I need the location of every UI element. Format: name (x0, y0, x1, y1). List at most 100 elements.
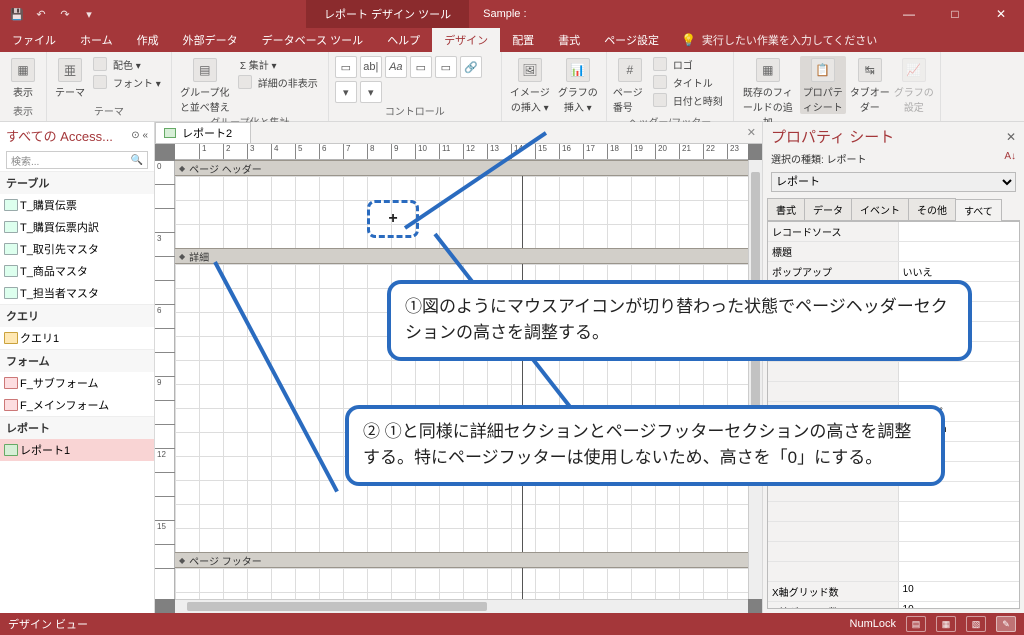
logo-button[interactable]: ロゴ (651, 56, 727, 72)
doc-tab-close-icon[interactable]: ✕ (747, 126, 762, 139)
tab-help[interactable]: ヘルプ (375, 28, 432, 52)
section-page-footer-bar[interactable]: ページ フッター (175, 552, 748, 568)
page-number-button[interactable]: #ページ番号 (613, 56, 647, 114)
nav-item[interactable]: T_商品マスタ (0, 260, 154, 282)
tab-home[interactable]: ホーム (68, 28, 125, 52)
property-row[interactable] (768, 562, 1019, 582)
maximize-button[interactable]: □ (932, 0, 978, 28)
save-icon[interactable]: 💾 (6, 3, 28, 25)
property-sheet-button[interactable]: 📋プロパティシート (800, 56, 846, 114)
tab-external[interactable]: 外部データ (171, 28, 250, 52)
link-icon[interactable]: 🔗 (460, 56, 482, 78)
prop-tab-other[interactable]: その他 (908, 198, 956, 220)
property-row[interactable] (768, 522, 1019, 542)
view-report-icon[interactable]: ▤ (906, 616, 926, 632)
prop-tab-format[interactable]: 書式 (767, 198, 805, 220)
textbox-icon[interactable]: ab| (360, 56, 382, 78)
insert-image-button[interactable]: 🖼イメージの挿入 ▾ (508, 56, 552, 114)
nav-section-header[interactable]: テーブル (0, 171, 154, 194)
property-object-selector[interactable]: レポート (771, 172, 1016, 192)
label-icon[interactable]: Aa (385, 56, 407, 78)
redo-icon[interactable]: ↷ (54, 3, 76, 25)
property-row[interactable]: ポップアップいいえ (768, 262, 1019, 282)
prop-tab-data[interactable]: データ (804, 198, 852, 220)
property-tabs: 書式 データ イベント その他 すべて (767, 198, 1020, 221)
doc-tab-report2[interactable]: レポート2 (155, 122, 251, 143)
nav-collapse-icon[interactable]: ⊙ « (131, 130, 148, 141)
property-row[interactable]: Y軸グリッド数10 (768, 602, 1019, 609)
section-detail-bar[interactable]: 詳細 (175, 248, 748, 264)
combo-icon[interactable]: ▾ (335, 81, 357, 103)
qat-customize-icon[interactable]: ▾ (78, 3, 100, 25)
tab-create[interactable]: 作成 (125, 28, 171, 52)
tab-file[interactable]: ファイル (0, 28, 68, 52)
tab-order-button[interactable]: ↹タブオーダー (850, 56, 890, 114)
insert-chart-button[interactable]: 📊グラフの挿入 ▾ (556, 56, 600, 114)
property-sheet-subtitle: 選択の種類: レポート (771, 151, 867, 166)
tab-dbtools[interactable]: データベース ツール (250, 28, 376, 52)
hide-details-button[interactable]: 詳細の非表示 (236, 74, 322, 90)
colors-button[interactable]: 配色 ▾ (91, 56, 165, 72)
controls-gallery[interactable]: ▭ ab| Aa ▭ ▭ 🔗 ▾ ▾ (335, 56, 495, 103)
property-row[interactable] (768, 382, 1019, 402)
datetime-button[interactable]: 日付と時刻 (651, 92, 727, 108)
themes-button[interactable]: 亜テーマ (53, 56, 87, 99)
view-design-icon[interactable]: ✎ (996, 616, 1016, 632)
property-sheet-close-icon[interactable]: ✕ (1006, 130, 1016, 144)
view-preview-icon[interactable]: ▦ (936, 616, 956, 632)
prop-tab-all[interactable]: すべて (955, 199, 1002, 221)
view-layout-icon[interactable]: ▧ (966, 616, 986, 632)
more-controls-icon[interactable]: ▾ (360, 81, 382, 103)
minimize-button[interactable]: — (886, 0, 932, 28)
nav-item[interactable]: クエリ1 (0, 327, 154, 349)
prop-tab-event[interactable]: イベント (851, 198, 909, 220)
nav-item-icon (4, 444, 18, 456)
property-row[interactable]: X軸グリッド数10 (768, 582, 1019, 602)
select-tool-icon[interactable]: ▭ (335, 56, 357, 78)
totals-button[interactable]: Σ 集計 ▾ (236, 56, 322, 72)
ruler-horizontal[interactable]: 123456789101112131415161718192021222324 (175, 144, 748, 160)
sort-icon[interactable]: A↓ (1004, 151, 1016, 166)
view-button[interactable]: ▦表示 (6, 56, 40, 99)
nav-item-icon (4, 332, 18, 344)
nav-item[interactable]: T_購買伝票 (0, 194, 154, 216)
property-row[interactable]: レコードソース (768, 222, 1019, 242)
tab-pagesetup[interactable]: ページ設定 (592, 28, 671, 52)
tab-design[interactable]: デザイン (432, 28, 500, 52)
property-row[interactable] (768, 362, 1019, 382)
nav-search-input[interactable]: 検索... 🔍 (6, 151, 148, 169)
nav-item[interactable]: T_購買伝票内訳 (0, 216, 154, 238)
nav-section-header[interactable]: レポート (0, 416, 154, 439)
property-sheet: プロパティ シート✕ 選択の種類: レポートA↓ レポート 書式 データ イベン… (762, 122, 1024, 613)
title-button[interactable]: タイトル (651, 74, 727, 90)
close-button[interactable]: ✕ (978, 0, 1024, 28)
ruler-vertical[interactable]: 03691215 (155, 160, 175, 599)
button-icon[interactable]: ▭ (410, 56, 432, 78)
nav-section-header[interactable]: フォーム (0, 349, 154, 372)
property-row[interactable] (768, 542, 1019, 562)
nav-item[interactable]: F_サブフォーム (0, 372, 154, 394)
scrollbar-horizontal[interactable] (175, 599, 748, 613)
nav-item-icon (4, 221, 18, 233)
section-page-header-bar[interactable]: ページ ヘッダー (175, 160, 748, 176)
add-existing-fields-button[interactable]: ▦既存のフィールドの追加 (740, 56, 796, 129)
tab-icon[interactable]: ▭ (435, 56, 457, 78)
nav-title[interactable]: すべての Access... (6, 126, 113, 145)
nav-item[interactable]: T_担当者マスタ (0, 282, 154, 304)
tell-me[interactable]: 💡 実行したい作業を入力してください (681, 28, 877, 52)
tab-format[interactable]: 書式 (546, 28, 592, 52)
fonts-button[interactable]: フォント ▾ (91, 74, 165, 90)
nav-item[interactable]: レポート1 (0, 439, 154, 461)
nav-item[interactable]: T_取引先マスタ (0, 238, 154, 260)
tab-arrange[interactable]: 配置 (500, 28, 546, 52)
nav-item[interactable]: F_メインフォーム (0, 394, 154, 416)
undo-icon[interactable]: ↶ (30, 3, 52, 25)
nav-item-icon (4, 199, 18, 211)
ribbon-tabs: ファイル ホーム 作成 外部データ データベース ツール ヘルプ デザイン 配置… (0, 28, 1024, 52)
property-row[interactable]: 標題 (768, 242, 1019, 262)
property-row[interactable] (768, 502, 1019, 522)
scrollbar-vertical[interactable] (748, 160, 762, 599)
nav-section-header[interactable]: クエリ (0, 304, 154, 327)
groupsort-button[interactable]: ▤グループ化と並べ替え (178, 56, 232, 114)
resize-cursor-indicator[interactable]: + (367, 200, 419, 238)
